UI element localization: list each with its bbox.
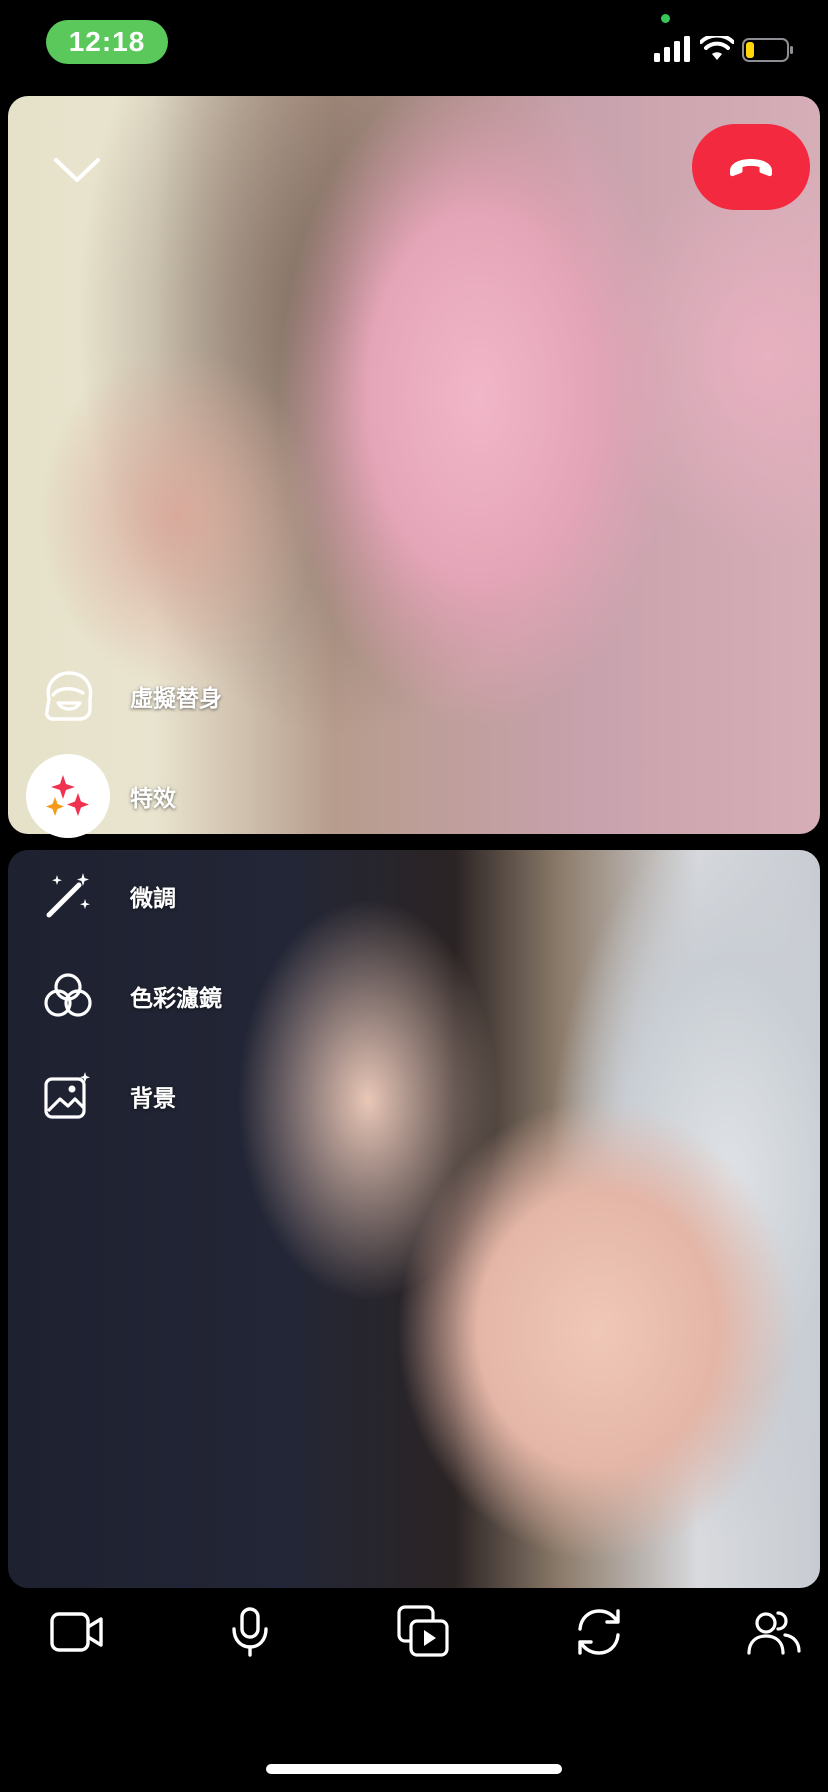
chevron-down-icon[interactable] [52, 154, 102, 184]
sparkles-icon [46, 775, 89, 816]
menu-label-avatar: 虛擬替身 [130, 685, 222, 711]
wifi-icon [700, 36, 734, 60]
flip-camera-button[interactable] [567, 1600, 631, 1664]
battery-low-icon [742, 38, 793, 62]
menu-label-effects: 特效 [130, 785, 176, 811]
menu-item-color-filter[interactable]: 色彩濾鏡 [26, 954, 222, 1038]
media-share-icon [397, 1605, 449, 1657]
effects-selected-bubble [26, 754, 110, 838]
participants-button[interactable] [742, 1600, 806, 1664]
menu-label-background: 背景 [130, 1085, 176, 1111]
end-call-button[interactable] [692, 124, 810, 210]
magic-wand-icon [26, 854, 110, 938]
home-indicator[interactable] [266, 1764, 562, 1774]
phone-hangup-icon [730, 159, 772, 177]
camera-in-use-indicator [661, 14, 670, 23]
signal-icon [654, 36, 690, 62]
color-filter-icon [26, 954, 110, 1038]
menu-item-effects[interactable]: 特效 [26, 754, 176, 838]
status-time: 12:18 [68, 26, 146, 57]
menu-item-avatar[interactable]: 虛擬替身 [26, 654, 222, 738]
menu-item-background[interactable]: 背景 [26, 1054, 176, 1138]
background-image-icon [26, 1054, 110, 1138]
menu-item-touch-up[interactable]: 微調 [26, 854, 176, 938]
share-media-button[interactable] [392, 1600, 456, 1664]
call-toolbar [0, 1600, 828, 1664]
microphone-icon [232, 1607, 268, 1657]
status-bar: 12:18 [0, 0, 828, 92]
menu-label-touch-up: 微調 [130, 885, 176, 911]
avatar-icon [26, 654, 110, 738]
flip-camera-icon [578, 1609, 620, 1655]
participants-icon [747, 1611, 801, 1655]
time-pill[interactable]: 12:18 [46, 20, 168, 64]
self-video-feed [8, 850, 820, 1588]
video-camera-icon [50, 1612, 103, 1652]
toggle-video-button[interactable] [45, 1600, 109, 1664]
toggle-microphone-button[interactable] [218, 1600, 282, 1664]
remote-video-feed [8, 96, 820, 834]
menu-label-color-filter: 色彩濾鏡 [130, 985, 222, 1011]
